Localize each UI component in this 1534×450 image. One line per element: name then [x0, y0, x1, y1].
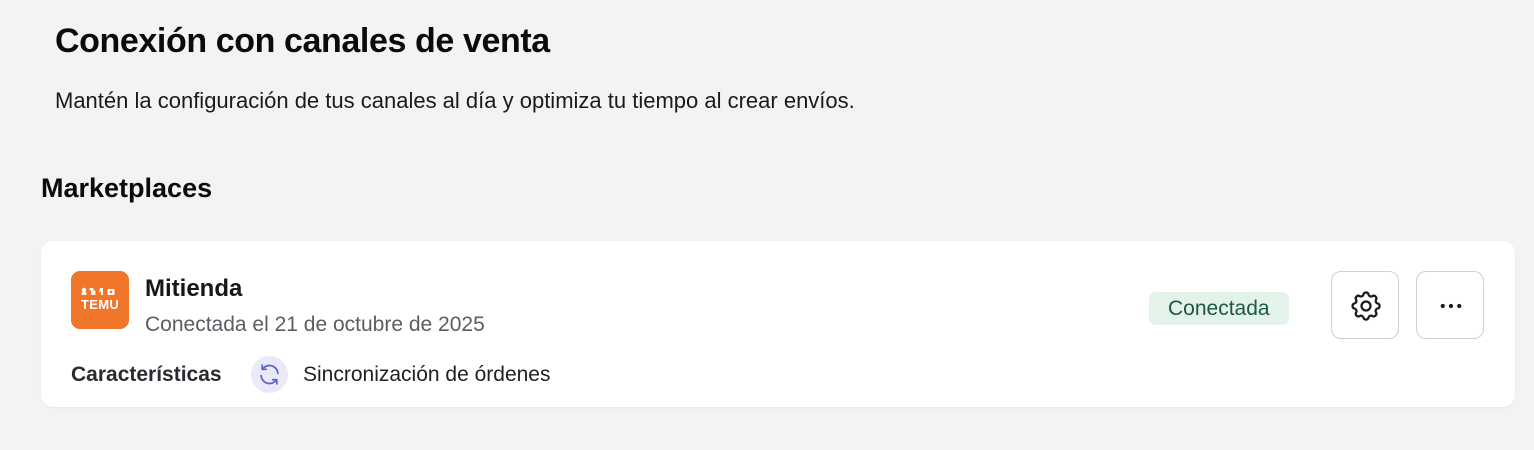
- page-title: Conexión con canales de venta: [55, 22, 550, 60]
- connection-date: Conectada el 21 de octubre de 2025: [145, 313, 485, 336]
- page-subtitle: Mantén la configuración de tus canales a…: [55, 88, 855, 113]
- status-badge: Conectada: [1149, 292, 1289, 325]
- section-title-marketplaces: Marketplaces: [41, 173, 213, 203]
- sync-icon: [251, 356, 288, 393]
- settings-button[interactable]: [1331, 271, 1399, 339]
- store-name: Mitienda: [145, 275, 243, 302]
- logo-wordmark: TEMU: [80, 297, 120, 312]
- feature-order-sync: Sincronización de órdenes: [303, 363, 551, 386]
- more-horizontal-icon: [1440, 303, 1462, 309]
- sales-channels-page: Conexión con canales de venta Mantén la …: [0, 0, 1534, 450]
- more-options-button[interactable]: [1416, 271, 1484, 339]
- gear-icon: [1351, 291, 1381, 321]
- features-label: Características: [71, 363, 222, 386]
- temu-logo-icon: TEMU: [71, 271, 129, 329]
- channel-card: TEMU Mitienda Conectada el 21 de octubre…: [41, 241, 1515, 407]
